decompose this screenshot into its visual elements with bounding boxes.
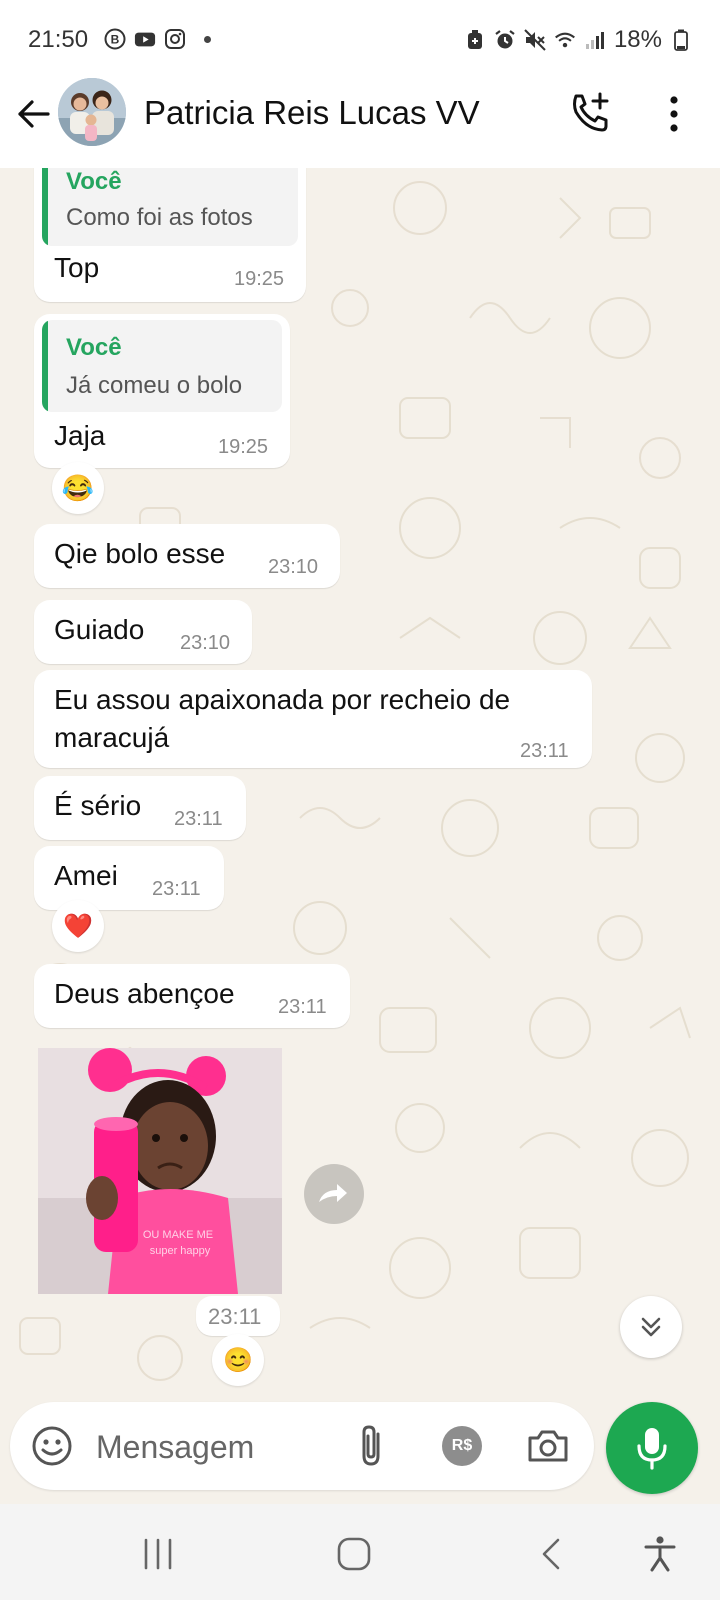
- message-time: 19:25: [218, 436, 269, 458]
- message-bubble[interactable]: Eu assou apaixonada por recheio de marac…: [34, 670, 592, 768]
- quote-bar: [42, 320, 48, 412]
- payment-icon[interactable]: R$: [442, 1426, 482, 1466]
- emoji-icon[interactable]: [30, 1424, 74, 1468]
- status-bar: 21:50 B 18%: [0, 0, 720, 76]
- message-text: Jaja: [54, 420, 106, 451]
- reaction-emoji: 😂: [61, 472, 95, 503]
- quote-author: Você: [66, 168, 122, 195]
- reaction-emoji: 😊: [223, 1346, 253, 1374]
- status-system-icons: 18%: [464, 26, 692, 54]
- message-bubble[interactable]: Qie bolo esse 23:10: [34, 524, 340, 588]
- message-text-line-1: Eu assou apaixonada por recheio de: [54, 684, 511, 715]
- quoted-message[interactable]: Você Como foi as fotos: [42, 168, 298, 246]
- message-time: 23:10: [268, 556, 319, 578]
- sticker-image[interactable]: OU MAKE ME super happy: [38, 1048, 282, 1294]
- message-text: Top: [54, 252, 100, 283]
- home-icon[interactable]: [334, 1534, 374, 1574]
- message-time: 23:10: [180, 632, 231, 654]
- avatar[interactable]: [58, 78, 126, 146]
- message-time: 19:25: [234, 268, 285, 290]
- signal-icon: [584, 29, 606, 51]
- b-badge-icon: B: [104, 28, 126, 50]
- reaction-badge[interactable]: ❤️: [52, 900, 104, 952]
- system-nav-bar: [0, 1504, 720, 1600]
- quote-text: Como foi as fotos: [66, 204, 253, 231]
- battery-icon: [670, 29, 692, 51]
- reaction-badge[interactable]: 😊: [212, 1334, 264, 1386]
- arrow-left-icon[interactable]: [14, 94, 54, 134]
- forward-icon[interactable]: [304, 1164, 364, 1224]
- sticker-shirt-text-1: OU MAKE ME: [143, 1229, 213, 1241]
- quote-author: Você: [66, 334, 122, 361]
- contact-name[interactable]: Patricia Reis Lucas VV: [144, 94, 480, 132]
- message-time: 23:11: [278, 996, 327, 1018]
- message-bubble[interactable]: Você Como foi as fotos Top 19:25: [34, 168, 306, 302]
- instagram-icon: [164, 28, 186, 50]
- microphone-icon: [637, 1428, 667, 1470]
- message-bubble[interactable]: Você Já comeu o bolo Jaja 19:25: [34, 314, 290, 468]
- youtube-icon: [134, 28, 156, 50]
- microphone-button[interactable]: [606, 1402, 698, 1494]
- sticker-time-pill: 23:11: [196, 1296, 280, 1336]
- more-vertical-icon[interactable]: [660, 92, 688, 136]
- message-text: Deus abençoe: [54, 978, 235, 1009]
- message-composer: R$: [10, 1402, 594, 1490]
- camera-icon[interactable]: [526, 1426, 570, 1466]
- message-text-line-2: maracujá: [54, 722, 170, 753]
- message-text: Guiado: [54, 614, 145, 645]
- mute-icon: [524, 29, 546, 51]
- battery-percent: 18%: [613, 26, 662, 53]
- paperclip-icon[interactable]: [354, 1422, 388, 1470]
- svg-text:B: B: [111, 33, 120, 47]
- quote-text: Já comeu o bolo: [66, 372, 243, 399]
- alarm-icon: [494, 29, 516, 51]
- message-input[interactable]: [94, 1424, 328, 1470]
- message-bubble[interactable]: Deus abençoe 23:11: [34, 964, 350, 1028]
- recent-apps-icon[interactable]: [138, 1534, 178, 1574]
- message-time: 23:11: [520, 740, 569, 762]
- message-text: É sério: [54, 790, 142, 821]
- status-time: 21:50: [28, 26, 89, 53]
- wifi-icon: [554, 29, 576, 51]
- message-time: 23:11: [208, 1304, 262, 1329]
- message-bubble[interactable]: Amei 23:11: [34, 846, 224, 910]
- phone-add-icon[interactable]: [568, 90, 612, 134]
- status-dot: [204, 36, 211, 43]
- scroll-to-bottom-button[interactable]: [620, 1296, 682, 1358]
- back-nav-icon[interactable]: [532, 1534, 572, 1574]
- message-bubble[interactable]: Guiado 23:10: [34, 600, 252, 664]
- reaction-badge[interactable]: 😂: [52, 462, 104, 514]
- message-text: Amei: [54, 860, 118, 891]
- sticker-shirt-text-2: super happy: [150, 1245, 211, 1257]
- message-time: 23:11: [174, 808, 223, 830]
- chat-header: Patricia Reis Lucas VV: [0, 76, 720, 168]
- message-bubble[interactable]: É sério 23:11: [34, 776, 246, 840]
- status-notification-icons: B: [104, 28, 186, 50]
- quote-bar: [42, 168, 48, 246]
- chat-area[interactable]: Você Como foi as fotos Top 19:25 Você Já…: [0, 168, 720, 1400]
- quoted-message[interactable]: Você Já comeu o bolo: [42, 320, 282, 412]
- reaction-emoji: ❤️: [63, 912, 93, 940]
- message-text: Qie bolo esse: [54, 538, 226, 569]
- battery-saver-icon: [464, 29, 486, 51]
- accessibility-icon[interactable]: [640, 1534, 680, 1574]
- message-time: 23:11: [152, 878, 201, 900]
